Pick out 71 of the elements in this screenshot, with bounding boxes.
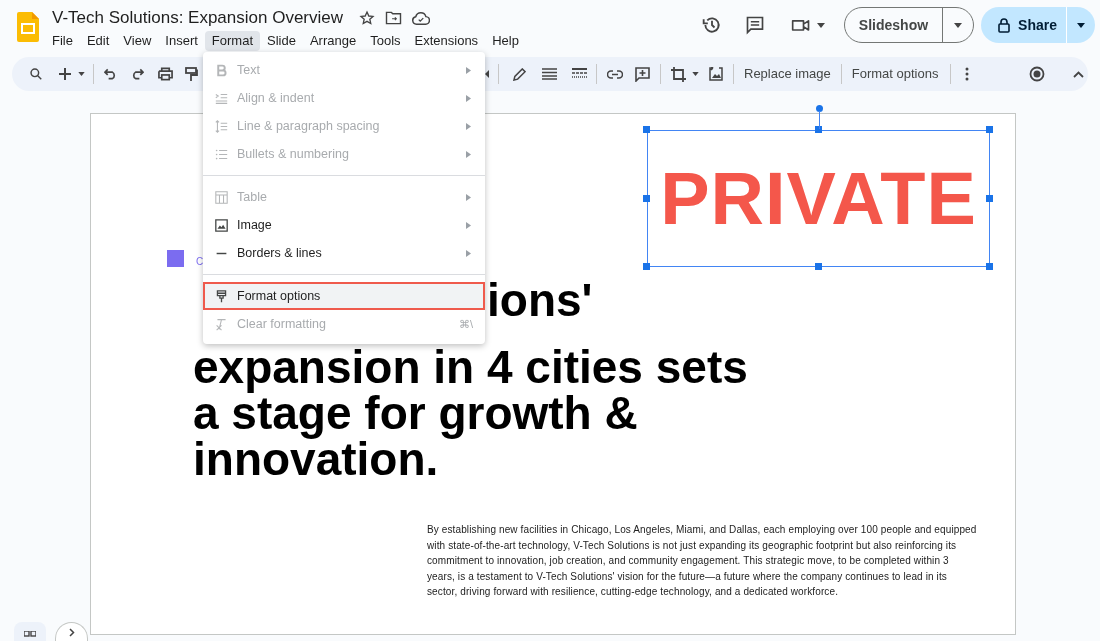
pen-icon[interactable] [513,67,526,81]
collapse-icon[interactable] [1073,70,1085,78]
resize-handle[interactable] [986,194,993,202]
stamp-text: PRIVATE [660,156,977,242]
image-icon [215,218,228,232]
body-paragraph: By establishing new facilities in Chicago, Los Angeles, Miami, and Dallas, each employing over 100 people and equipped with state-of-the-art technology, V-Tech Solutions is not just expanding its geographic footprint but also reinforcing its commitment to innovation, job creation, and community engagement. This strategic move, to be completed within 3 years, is a testament to V-Tech Solutions' vision for the future—a future where the company continues to lead in its sector, driving forward with resilience, cutting-edge technology, and a dedicated workforce. [427,523,978,600]
menu-item[interactable]: Format [204,31,260,51]
lock-icon [998,17,1011,33]
meet-button[interactable] [790,17,825,33]
line-spacing-icon [215,119,228,133]
grid-icon [24,631,36,639]
menu-item[interactable]: File [45,31,80,51]
shortcut-text: ⌘\ [458,316,473,332]
menu-item[interactable]: Edit [79,31,117,51]
menu-item[interactable]: Insert [158,31,205,51]
menu-item[interactable]: Extensions [407,31,486,51]
reset-image-icon[interactable] [709,67,723,81]
paint-roller-icon[interactable] [185,66,198,82]
resize-handle[interactable] [643,263,650,270]
print-icon[interactable] [158,67,173,81]
folder-icon[interactable] [385,11,403,25]
caret-icon [1077,22,1085,28]
grid-view-button[interactable] [14,622,46,641]
border-weight-icon[interactable] [542,68,557,80]
more-icon[interactable] [965,67,970,81]
link-icon[interactable] [607,69,623,79]
toolbar-button[interactable]: Format options [841,64,949,84]
undo-icon[interactable] [104,68,117,80]
caret-icon[interactable] [692,72,699,76]
plus-icon[interactable] [59,68,71,80]
paint-roller-icon [215,289,228,303]
search-icon[interactable] [29,67,43,81]
rotate-handle[interactable] [815,105,823,129]
toolbar-button[interactable]: Replace image [734,64,841,84]
border-dash-icon[interactable] [572,68,587,80]
resize-handle[interactable] [643,126,650,133]
resize-handle[interactable] [643,194,650,202]
menu-item[interactable]: Arrange [302,31,364,51]
menu-item[interactable]: Format options [203,282,485,310]
bulleted-list-icon [215,147,228,161]
menu-item[interactable]: Slide [260,31,303,51]
comment-icon[interactable] [744,15,765,35]
redo-icon[interactable] [131,68,144,80]
indent-icon [215,91,228,105]
caret-icon [816,22,825,28]
crop-icon[interactable] [671,66,686,82]
video-camera-icon [790,17,811,33]
history-icon[interactable] [701,15,722,35]
resize-handle[interactable] [814,263,822,270]
document-title[interactable]: V-Tech Solutions: Expansion Overview [52,7,344,29]
menu-item[interactable]: Tools [363,31,408,51]
menu-item[interactable]: Borders & lines [203,239,485,267]
expand-button[interactable] [55,622,88,641]
menu-item[interactable]: Help [485,31,526,51]
resize-handle[interactable] [814,126,822,133]
table-icon [215,190,228,204]
resize-handle[interactable] [986,263,993,270]
add-comment-icon[interactable] [635,66,650,82]
cloud-done-icon[interactable] [412,11,431,25]
menu-item[interactable]: Image [203,211,485,239]
bold-icon [215,63,228,77]
record-icon[interactable] [1029,66,1046,82]
chevron-right-icon [68,628,75,637]
resize-handle[interactable] [986,126,993,133]
caret-icon[interactable] [78,72,85,76]
subtitle-text: C [196,255,204,269]
clear-format-icon [215,317,228,331]
star-icon[interactable] [359,10,376,26]
caret-icon [954,22,963,28]
heading-text: ions' [487,276,593,324]
menu-item[interactable]: View [116,31,159,51]
